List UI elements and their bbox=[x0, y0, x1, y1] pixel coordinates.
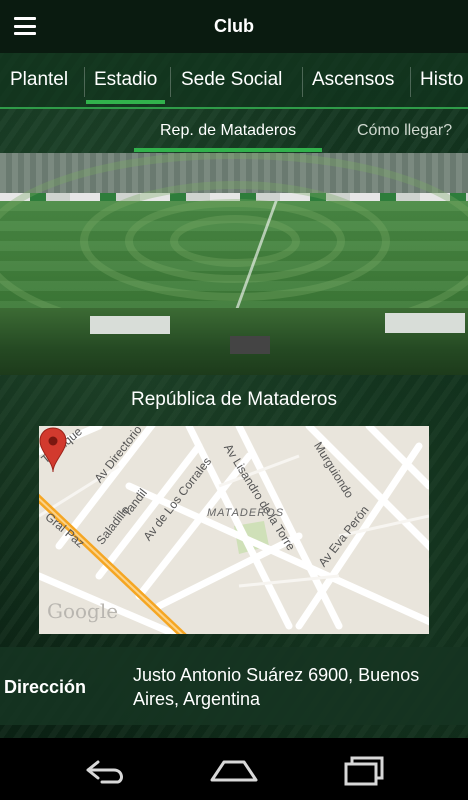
hamburger-menu-icon[interactable] bbox=[14, 17, 36, 35]
tab-divider bbox=[302, 67, 303, 97]
app-bar: Club bbox=[0, 0, 468, 53]
tab-divider bbox=[170, 67, 171, 97]
address-label: Dirección bbox=[4, 677, 87, 697]
tab-bar: Plantel Estadio Sede Social Ascensos His… bbox=[0, 53, 468, 109]
tab-divider bbox=[410, 67, 411, 97]
tab-historia[interactable]: Histo bbox=[420, 53, 463, 107]
tab-plantel[interactable]: Plantel bbox=[10, 53, 68, 107]
tab-ascensos[interactable]: Ascensos bbox=[312, 53, 394, 107]
address-row: Dirección Justo Antonio Suárez 6900, Bue… bbox=[0, 647, 468, 725]
location-pin-icon[interactable] bbox=[39, 426, 67, 474]
address-value: Justo Antonio Suárez 6900, Buenos Aires,… bbox=[133, 665, 420, 709]
home-icon[interactable] bbox=[204, 750, 264, 790]
stadium-photo bbox=[0, 153, 468, 375]
sub-tab-bar: Rep. de Mataderos Cómo llegar? bbox=[0, 111, 468, 153]
page-title: Club bbox=[214, 16, 254, 36]
map-view[interactable]: Tapalque Av Directorio Tandil Saladillo … bbox=[39, 426, 429, 634]
tab-estadio[interactable]: Estadio bbox=[85, 53, 166, 107]
tab-divider bbox=[84, 67, 85, 97]
stadium-caption: República de Mataderos bbox=[131, 389, 337, 410]
google-logo: Google bbox=[47, 599, 119, 623]
tab-sede-social[interactable]: Sede Social bbox=[181, 53, 282, 107]
neighborhood-label: MATADEROS bbox=[207, 507, 285, 519]
recent-apps-icon[interactable] bbox=[334, 750, 394, 790]
back-icon[interactable] bbox=[74, 750, 134, 790]
stadium-foreground bbox=[0, 308, 468, 375]
system-nav-bar bbox=[0, 738, 468, 800]
subtab-rep-de-mataderos[interactable]: Rep. de Mataderos bbox=[133, 122, 323, 152]
subtab-como-llegar[interactable]: Cómo llegar? bbox=[357, 122, 452, 140]
